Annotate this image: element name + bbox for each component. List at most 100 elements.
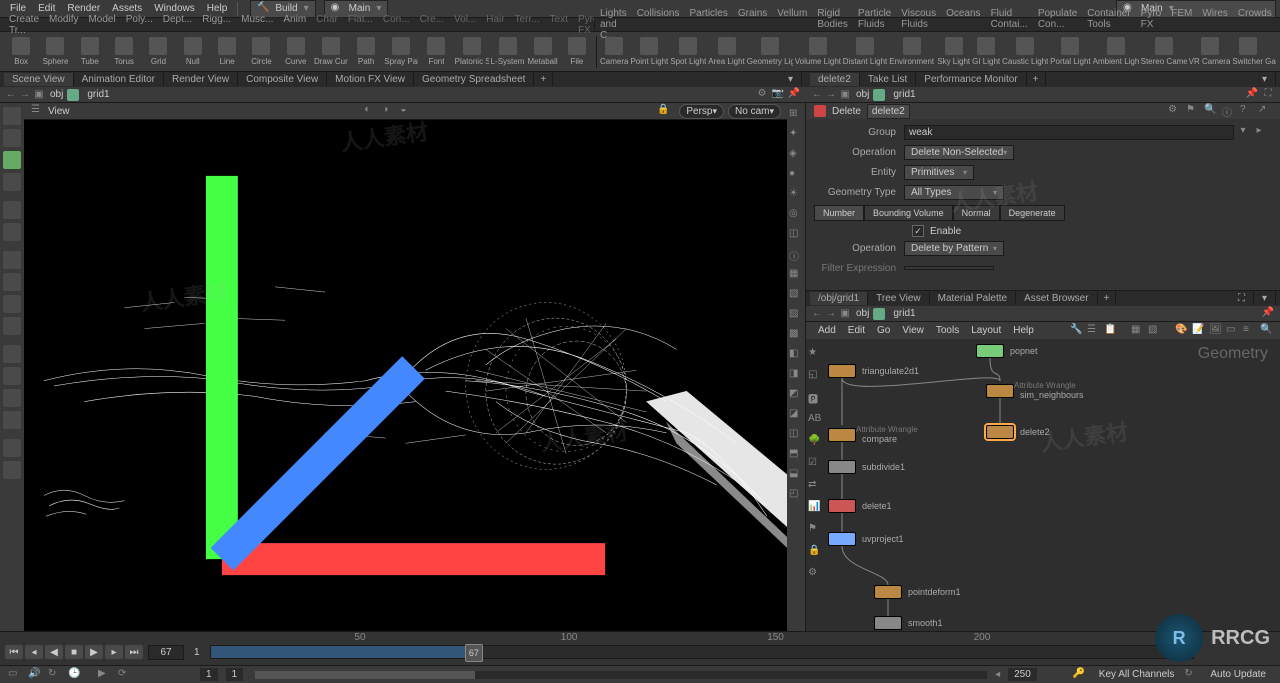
- tab-geometry-spreadsheet[interactable]: Geometry Spreadsheet: [414, 73, 534, 86]
- node-body[interactable]: [976, 344, 1004, 358]
- list-icon[interactable]: ☰: [1087, 324, 1101, 338]
- view-ghost-icon[interactable]: ◎: [789, 208, 803, 222]
- view-r4-icon[interactable]: ▩: [789, 328, 803, 342]
- range-slider[interactable]: [255, 671, 987, 679]
- view-grid-icon[interactable]: ⊞: [789, 108, 803, 122]
- shelf-tool[interactable]: Font: [420, 34, 452, 70]
- refresh-icon[interactable]: ↻: [1184, 668, 1200, 682]
- view-r1-icon[interactable]: ▦: [789, 268, 803, 282]
- viewport-menu-icon[interactable]: ☰: [31, 104, 47, 118]
- search-icon[interactable]: 🔍: [1204, 104, 1218, 118]
- status-loop-icon[interactable]: ↻: [48, 668, 64, 682]
- view-shade-icon[interactable]: ●: [789, 168, 803, 182]
- node-uvproject1[interactable]: uvproject1: [828, 532, 904, 546]
- node-body[interactable]: [828, 428, 856, 442]
- shelf-tool[interactable]: Ambient Light: [1093, 34, 1139, 70]
- scale-tool-icon[interactable]: [3, 129, 21, 147]
- nav-fwd-icon[interactable]: →: [824, 88, 838, 102]
- net-flag-icon[interactable]: ⚑: [808, 523, 822, 537]
- node-body[interactable]: [874, 585, 902, 599]
- filter-field[interactable]: [904, 266, 994, 270]
- net-tasks-icon[interactable]: ☑: [808, 457, 822, 471]
- shelf-tool[interactable]: Curve: [280, 34, 312, 70]
- netmenu-add[interactable]: Add: [812, 323, 842, 338]
- crumb-node[interactable]: grid1: [889, 89, 919, 100]
- node-pointdeform1[interactable]: pointdeform1: [874, 585, 961, 599]
- shelf-tool[interactable]: Stereo Camera: [1141, 34, 1187, 70]
- nav-fwd-icon[interactable]: →: [824, 307, 838, 321]
- subtab-bounding-volume[interactable]: Bounding Volume: [864, 205, 953, 221]
- tab-scene-view[interactable]: Scene View: [4, 73, 74, 86]
- view-light-icon[interactable]: ☀: [789, 188, 803, 202]
- shelf-tool[interactable]: Platonic Solids: [455, 34, 489, 70]
- prev-frame-button[interactable]: ◂: [25, 645, 43, 659]
- network-canvas[interactable]: ★ ◱ 🅿 AB 🌳 ☑ ⇄ 📊 ⚑ 🔒 ⚙ Geometry popnettr…: [806, 339, 1280, 631]
- last-frame-button[interactable]: ⏭: [125, 645, 143, 659]
- shelf-tool[interactable]: Grid: [142, 34, 174, 70]
- lock-icon[interactable]: [3, 223, 21, 241]
- viewport-canvas[interactable]: [24, 120, 787, 631]
- shelf-tool[interactable]: Geometry Light: [747, 34, 793, 70]
- play-reverse-button[interactable]: ◀: [45, 645, 63, 659]
- crumb-root[interactable]: obj: [46, 89, 67, 100]
- tab-material-palette[interactable]: Material Palette: [930, 292, 1016, 305]
- node-body[interactable]: [828, 460, 856, 474]
- timeline-cursor[interactable]: 67: [465, 644, 483, 662]
- help-icon[interactable]: ?: [1240, 104, 1254, 118]
- group-menu-icon[interactable]: ▾: [1236, 125, 1250, 139]
- netmenu-layout[interactable]: Layout: [965, 323, 1007, 338]
- net-lock-icon[interactable]: 🔒: [808, 545, 822, 559]
- shelf-tool[interactable]: Line: [211, 34, 243, 70]
- subtab-normal[interactable]: Normal: [953, 205, 1000, 221]
- net-gear-icon[interactable]: ⚙: [808, 567, 822, 581]
- netmenu-tools[interactable]: Tools: [930, 323, 965, 338]
- camera-dropdown[interactable]: Persp ▾: [679, 104, 724, 119]
- magnet2-icon[interactable]: [3, 389, 21, 407]
- snapshot-icon[interactable]: 📷: [770, 88, 786, 102]
- tab-animation-editor[interactable]: Animation Editor: [74, 73, 164, 86]
- tab-composite-view[interactable]: Composite View: [238, 73, 327, 86]
- image-icon[interactable]: 🖼: [1209, 324, 1223, 338]
- net-quickmark-icon[interactable]: ★: [808, 347, 822, 361]
- enable-checkbox[interactable]: [912, 225, 924, 237]
- pane-menu-icon[interactable]: ▾: [1254, 292, 1276, 305]
- cube-icon[interactable]: [3, 439, 21, 457]
- select-tool-icon[interactable]: [3, 107, 21, 125]
- operation2-dropdown[interactable]: Delete by Pattern▾: [904, 241, 1004, 256]
- status-play-icon[interactable]: ▶: [98, 668, 114, 682]
- fullscreen-icon[interactable]: ⛶: [1260, 88, 1276, 102]
- node-body[interactable]: [986, 384, 1014, 398]
- note-icon[interactable]: 📝: [1192, 324, 1206, 338]
- node-compare[interactable]: Attribute Wranglecompare: [828, 425, 918, 445]
- find-icon[interactable]: 🔍: [1260, 324, 1274, 338]
- shelf-tool[interactable]: Circle: [245, 34, 277, 70]
- clipboard-icon[interactable]: 📋: [1104, 324, 1118, 338]
- shelf-tool[interactable]: Portal Light: [1050, 34, 1090, 70]
- net-deps-icon[interactable]: ⇄: [808, 479, 822, 493]
- open-editor-icon[interactable]: ↗: [1258, 104, 1272, 118]
- folder-icon[interactable]: ▣: [32, 88, 46, 102]
- node-body[interactable]: [828, 499, 856, 513]
- tab-tree-view[interactable]: Tree View: [868, 292, 929, 305]
- shelf-tool[interactable]: Volume Light: [795, 34, 841, 70]
- next-frame-button[interactable]: ▸: [105, 645, 123, 659]
- range-start-field[interactable]: 1: [200, 668, 218, 681]
- shelf-tool[interactable]: Caustic Light: [1002, 34, 1048, 70]
- shelf-tool[interactable]: Tube: [74, 34, 106, 70]
- grid2-icon[interactable]: ▨: [1148, 324, 1162, 338]
- shelf-tool[interactable]: File: [561, 34, 593, 70]
- shelf-tool[interactable]: Torus: [108, 34, 140, 70]
- shelf-tool[interactable]: Switcher: [1232, 34, 1263, 70]
- view-axis-icon[interactable]: ✦: [789, 128, 803, 142]
- shelf-tool[interactable]: Spot Light: [670, 34, 706, 70]
- geotype-dropdown[interactable]: All Types▾: [904, 185, 1004, 200]
- shelf-tool[interactable]: Environment Light: [889, 34, 935, 70]
- auto-update-label[interactable]: Auto Update: [1202, 669, 1274, 680]
- subtab-degenerate[interactable]: Degenerate: [1000, 205, 1065, 221]
- pane-menu-icon[interactable]: ▾: [780, 73, 802, 86]
- node-popnet[interactable]: popnet: [976, 344, 1038, 358]
- shelf-tool[interactable]: Sphere: [39, 34, 71, 70]
- crumb-node[interactable]: grid1: [889, 308, 919, 319]
- status-audio-icon[interactable]: 🔊: [28, 668, 44, 682]
- magnet-icon[interactable]: [3, 367, 21, 385]
